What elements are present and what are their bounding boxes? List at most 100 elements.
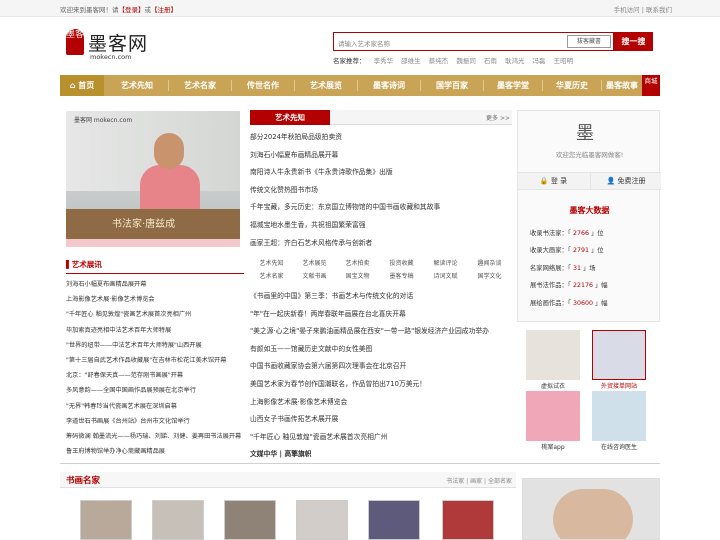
famous-link[interactable]: 全部名家 [488,478,512,485]
search-button[interactable]: 搜一搜 [614,32,653,51]
list-item[interactable]: 筹码微澜 翰墨流光——杨巧瑞、刘娣、刘健、姜再田书法展开幕 [66,429,244,444]
search-input[interactable]: 请输入艺术家名称 拔客藏書 [333,32,614,51]
stat-row: 展书法作品：「 22176 」幅 [530,282,608,290]
member-register-button[interactable]: 👤 免费注册 [590,173,661,190]
ad-thumb[interactable]: 在线咨询医生 [588,391,650,451]
list-item[interactable]: 美国艺术家为春节创作国潮联名，作品曾拍出710万美元！ [250,376,512,394]
list-item[interactable]: 中国书画收藏家协会第六届第四次理事会在北京召开 [250,358,512,376]
contact-link[interactable]: 联系我们 [646,6,672,14]
category-link[interactable]: 国学文化 [468,270,511,283]
ad-thumb[interactable]: 外贸接单网站 [588,330,650,390]
more-link[interactable]: 更多 >> [486,113,510,122]
login-link[interactable]: 【登录】 [119,6,145,14]
hot-artist-link[interactable]: 耿鸿光 [505,57,525,65]
mobile-link[interactable]: 手机访问 [614,6,640,14]
list-item[interactable]: 千年宝藏，多元历史：东京国立博物馆的中国书画收藏和其故事 [250,199,512,217]
list-item[interactable]: 南阳诗人牛永贵新书《牛永贵诗歌作品集》出版 [250,164,512,182]
hot-artist-link[interactable]: 王昭明 [554,57,574,65]
list-item[interactable]: "世界的纽带——中法艺术百年大师特展"山西开展 [66,338,244,353]
nav-shop[interactable]: 商城 [642,75,660,96]
hot-artist-link[interactable]: 冯磊 [533,57,546,65]
category-link[interactable]: 艺术展览 [293,257,336,270]
hot-artist-link[interactable]: 魏振同 [456,57,476,65]
list-item[interactable]: "美之源·心之境"晏子来鹏油画精品展在西安"一带一路"银发经济产业园成功举办 [250,323,512,341]
famous-link[interactable]: 书法家 [446,478,464,485]
artist-photo[interactable] [442,500,494,540]
nav-item[interactable]: 艺术先知 [106,75,168,96]
list-item[interactable]: 毕加索真迹亮相中法艺术百年大师特展 [66,323,244,338]
feature-photo[interactable]: 墨客网 mokecn.com 书法家·唐兹成 [66,111,240,247]
search-placeholder: 请输入艺术家名称 [338,40,390,48]
ad-thumb[interactable]: 桃案app [522,391,584,451]
category-link[interactable]: 艺术名家 [250,270,293,283]
welcome-text: 欢迎来到墨客网！请【登录】或【注册】 [60,6,177,14]
category-link[interactable]: 文献书画 [293,270,336,283]
hot-artist-link[interactable]: 蔡纯杰 [429,57,449,65]
top-bar: 欢迎来到墨客网！请【登录】或【注册】 手机访问 | 联系我们 [0,0,720,17]
category-link[interactable]: 艺术先知 [250,257,293,270]
list-item[interactable]: 上海影像艺术展·影像艺术博览会 [66,292,244,307]
list-item[interactable]: 画家王超：齐白石艺术风格传承与创新者 [250,235,512,253]
category-link[interactable]: 艺术拍卖 [336,257,379,270]
list-item[interactable]: 有颜如玉——馆藏历史文献中的女性美图 [250,341,512,359]
tab-art-news[interactable]: 艺术先知 [250,110,330,125]
nav-item[interactable]: 国学百家 [421,75,483,96]
nav-item[interactable]: 艺术展览 [295,75,357,96]
hot-artist-link[interactable]: 邵维生 [401,57,421,65]
seal-icon: 墨客 [66,29,84,55]
list-item[interactable]: 多风意韵——全国中国画作品展预展在北京举行 [66,383,244,398]
artist-photo[interactable] [296,500,348,540]
nav-home[interactable]: ⌂ 首页 [60,75,104,96]
list-item[interactable]: 北京："舒春保天真——范存刚书画展"开幕 [66,368,244,383]
nav-item[interactable]: 墨客诗词 [358,75,420,96]
member-login-button[interactable]: 🔒 登 录 [518,173,589,190]
artist-photo[interactable] [80,500,132,540]
artist-photo[interactable] [224,500,276,540]
category-link[interactable]: 国宝文物 [336,270,379,283]
hot-artist-link[interactable]: 石雨 [484,57,497,65]
list-item[interactable]: "无界"韩春玲当代瓷画艺术展在深圳启幕 [66,399,244,414]
list-item[interactable]: 文媒中华 | 高擎旗帜 [250,446,512,464]
register-link[interactable]: 【注册】 [151,6,177,14]
list-item[interactable]: "千年匠心 釉见敦煌"瓷画艺术展首次亮相广州 [66,307,244,322]
list-item[interactable]: 福城宝地水墨生香，共祝祖国繁荣富强 [250,217,512,235]
list-item[interactable]: 山西女子书画传拓艺术展开展 [250,411,512,429]
list-item[interactable]: 刘海石小幅夏布画精品展开幕 [66,277,244,292]
news-list: 部分2024年秋拍局品级拍卖资 刘海石小幅夏布画精品展开幕 南阳诗人牛永贵新书《… [250,129,512,252]
list-item[interactable]: 上海影像艺术展·影像艺术博览会 [250,394,512,412]
list-item[interactable]: 鲁王府博物馆举办净心斋藏画精品展 [66,444,244,459]
category-link[interactable]: 解读评论 [424,257,467,270]
hot-artist-link[interactable]: 李秀华 [374,57,394,65]
featured-artist-photo[interactable] [522,478,660,540]
famous-link[interactable]: 画家 [470,478,482,485]
news-header: 艺术先知 更多 >> [250,110,512,125]
list-item[interactable]: 李道世石书画展《台州站》台州市文化馆举行 [66,414,244,429]
category-link[interactable]: 趣闻杂谈 [468,257,511,270]
category-link[interactable]: 投资收藏 [380,257,423,270]
nav-item[interactable]: 艺术名家 [169,75,231,96]
list-item[interactable]: "千年匠心 釉见敦煌"瓷画艺术展首次亮相广州 [250,429,512,447]
nav-item[interactable]: 墨客故事 [602,75,642,96]
famous-header: 书画名家 书法家 | 画家 | 全部名家 [60,472,516,488]
category-link[interactable]: 墨客专稿 [380,270,423,283]
ad-image [592,330,646,380]
stat-row: 名家网络展：「 31 」场 [530,264,596,272]
list-item[interactable]: 《书画里的中国》第三季：书画艺术与传统文化的对话 [250,288,512,306]
artist-photo[interactable] [152,500,204,540]
nav-item[interactable]: 传世名作 [232,75,294,96]
news-list-2: 《书画里的中国》第三季：书画艺术与传统文化的对话 "年"在一起庆新春！两岸春联年… [250,288,512,464]
list-item[interactable]: 传统文化赞热图书市场 [250,182,512,200]
nav-item[interactable]: 华夏历史 [543,75,601,96]
stat-row: 收录大画家：「 2791 」位 [530,247,604,255]
ad-thumb[interactable]: 虚拟试衣 [522,330,584,390]
stat-row: 展绘画作品：「 30600 」幅 [530,299,608,307]
category-link[interactable]: 诗词文赋 [424,270,467,283]
list-item[interactable]: "年"在一起庆新春！两岸春联年画展在台北喜庆开幕 [250,306,512,324]
artist-photo[interactable] [368,500,420,540]
site-logo[interactable]: 墨客 墨客网 mokecn.com [66,27,156,63]
list-item[interactable]: 部分2024年秋拍局品级拍卖资 [250,129,512,147]
list-item[interactable]: 刘海石小幅夏布画精品展开幕 [250,147,512,165]
artist-face [553,489,633,539]
nav-item[interactable]: 墨客学堂 [484,75,542,96]
list-item[interactable]: "第十三届自武艺术作品收藏展"在吉林市松花江美术馆开幕 [66,353,244,368]
